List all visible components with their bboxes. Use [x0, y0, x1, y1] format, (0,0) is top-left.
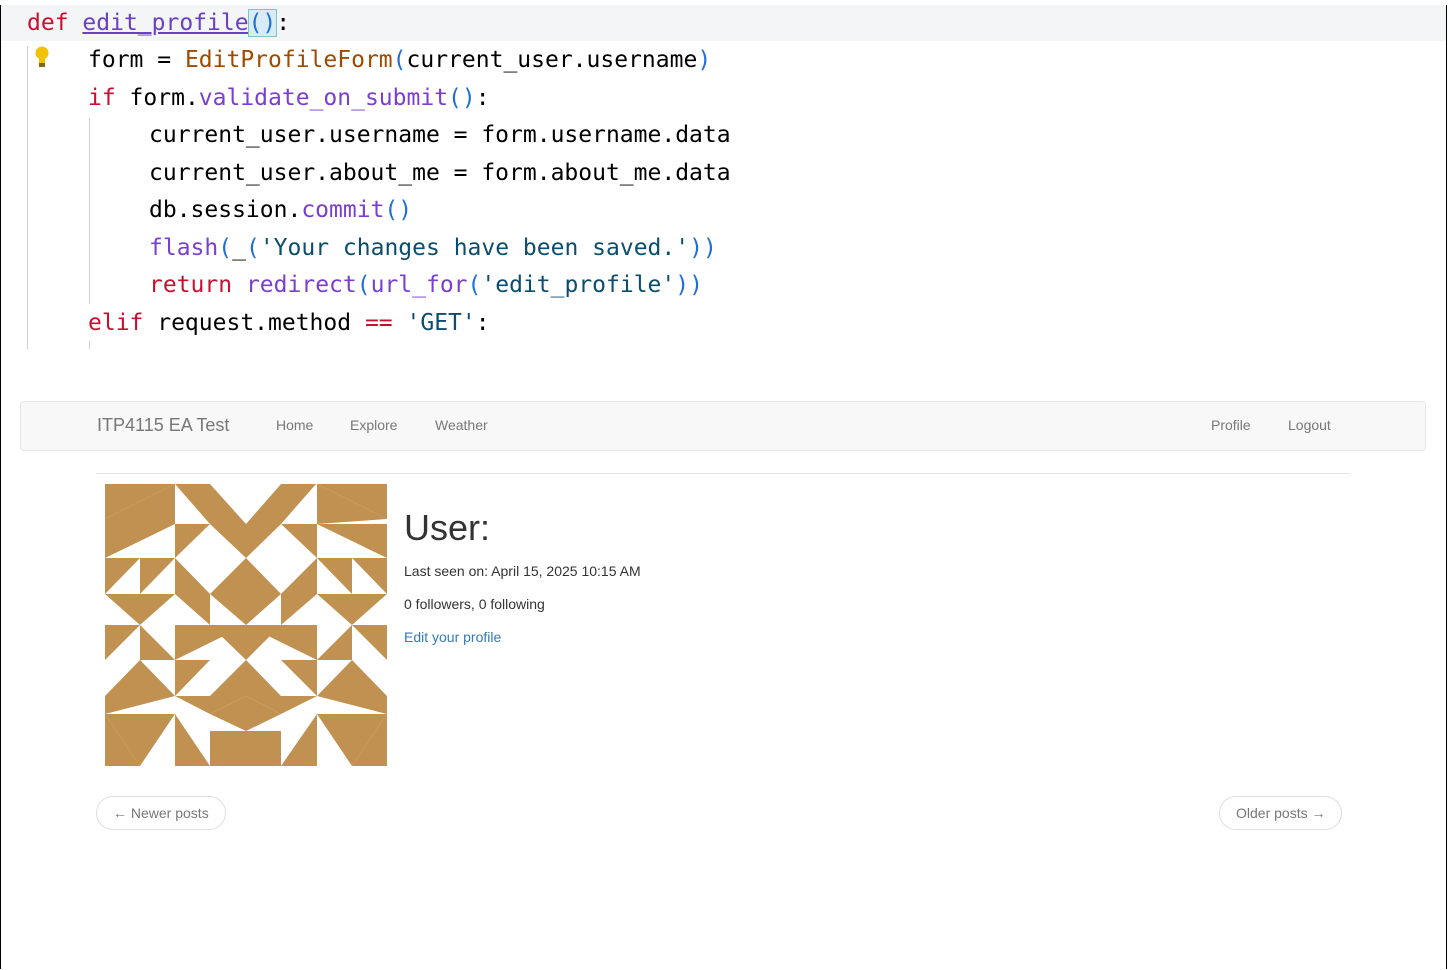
- navbar: ITP4115 EA Test Home Explore Weather Pro…: [20, 401, 1426, 451]
- newer-posts-button[interactable]: ← Newer posts: [96, 796, 226, 830]
- code-line-6[interactable]: db.session.commit(): [149, 192, 412, 228]
- indent-guide: [89, 341, 90, 349]
- code-editor[interactable]: def edit_profile(): form = EditProfileFo…: [1, 5, 1446, 351]
- screenshot-frame: def edit_profile(): form = EditProfileFo…: [0, 5, 1447, 969]
- nav-link-logout[interactable]: Logout: [1288, 402, 1331, 448]
- profile-title: User:: [404, 507, 491, 548]
- nav-link-profile[interactable]: Profile: [1211, 402, 1251, 448]
- code-line-2[interactable]: form = EditProfileForm(current_user.user…: [88, 42, 711, 78]
- avatar: [105, 484, 387, 766]
- code-line-5[interactable]: current_user.about_me = form.about_me.da…: [149, 155, 731, 191]
- function-name: edit_profile: [82, 10, 249, 36]
- edit-profile-link[interactable]: Edit your profile: [404, 627, 501, 647]
- older-posts-button[interactable]: Older posts →: [1219, 796, 1343, 830]
- nav-link-explore[interactable]: Explore: [350, 402, 397, 448]
- code-line-3[interactable]: if form.validate_on_submit():: [88, 80, 490, 116]
- code-line-8[interactable]: return redirect(url_for('edit_profile')): [149, 267, 703, 303]
- nav-link-home[interactable]: Home: [276, 402, 313, 448]
- follow-counts: 0 followers, 0 following: [404, 596, 545, 612]
- code-line-7[interactable]: flash(_('Your changes have been saved.')…: [149, 230, 717, 266]
- divider: [96, 473, 1350, 474]
- nav-link-weather[interactable]: Weather: [435, 402, 488, 448]
- code-line-9[interactable]: elif request.method == 'GET':: [88, 305, 490, 341]
- last-seen-text: Last seen on: April 15, 2025 10:15 AM: [404, 563, 641, 579]
- code-line-4[interactable]: current_user.username = form.username.da…: [149, 117, 731, 153]
- code-line-1[interactable]: def edit_profile():: [1, 5, 1446, 41]
- lightbulb-icon[interactable]: [34, 46, 50, 70]
- navbar-brand[interactable]: ITP4115 EA Test: [97, 402, 229, 448]
- indent-guide: [89, 118, 90, 304]
- indent-guide: [27, 46, 28, 349]
